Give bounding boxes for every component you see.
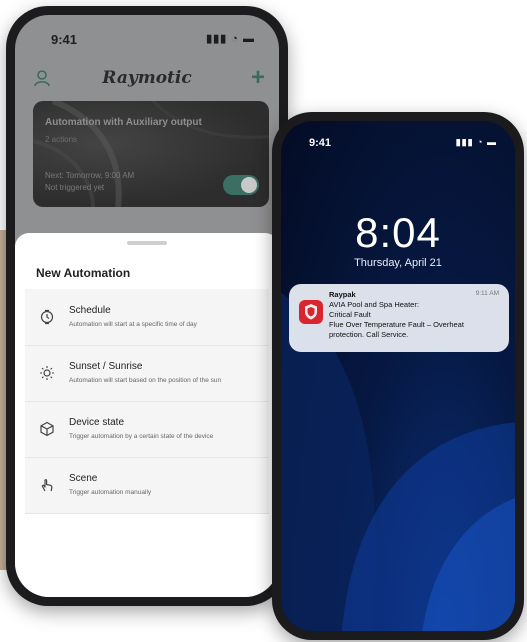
new-automation-sheet: New Automation Schedule Automation will … [15, 233, 279, 597]
automation-card[interactable]: Automation with Auxiliary output 2 actio… [33, 101, 269, 207]
phone-left: 9:41 ▮▮▮ ◔ ▬ Raymotic + Automation with … [6, 6, 288, 606]
toggle-knob [241, 177, 257, 193]
sun-icon [40, 366, 54, 380]
notification-app-name: Raypak [329, 290, 356, 299]
notification-card[interactable]: Raypak 9:11 AM AVIA Pool and Spa Heater:… [289, 284, 509, 352]
lock-screen: 9:41 ▮▮▮ ◔ ▬ 8:04 Thursday, April 21 Ray… [281, 121, 515, 631]
brand-logo: Raymotic [102, 68, 192, 88]
notification-line: Flue Over Temperature Fault – Overheat [329, 320, 464, 329]
notification-line: AVIA Pool and Spa Heater: [329, 300, 419, 309]
list-item-device-state[interactable]: Device state Trigger automation by a cer… [25, 401, 269, 458]
plus-icon[interactable]: + [251, 64, 265, 92]
raypak-app-icon [299, 300, 323, 324]
status-time: 9:41 [309, 137, 332, 149]
clock-icon [40, 309, 54, 325]
list-item-sunset-sunrise[interactable]: Sunset / Sunrise Automation will start b… [25, 345, 269, 402]
status-time: 9:41 [51, 32, 78, 47]
notification-line: protection. Call Service. [329, 330, 409, 339]
status-bar: 9:41 ▮▮▮ ◔ ▬ [15, 15, 279, 55]
status-icons: ▮▮▮ ◔ ▬ [206, 33, 255, 45]
sheet-title: New Automation [36, 266, 131, 280]
notification-time: 9:11 AM [475, 290, 499, 297]
card-title: Automation with Auxiliary output [45, 117, 202, 128]
wallpaper [281, 292, 515, 631]
item-description: Automation will start at a specific time… [69, 321, 197, 328]
sheet-grabber[interactable] [127, 241, 167, 245]
item-label: Schedule [69, 305, 111, 316]
list-item-schedule[interactable]: Schedule Automation will start at a spec… [25, 289, 269, 346]
item-description: Automation will start based on the posit… [69, 377, 222, 384]
item-description: Trigger automation manually [69, 489, 152, 496]
list-item-scene[interactable]: Scene Trigger automation manually [25, 457, 269, 514]
card-status: Not triggered yet [45, 183, 105, 192]
item-label: Scene [69, 473, 98, 484]
item-description: Trigger automation by a certain state of… [69, 433, 214, 440]
automation-toggle[interactable] [223, 175, 259, 195]
cube-icon [40, 421, 54, 437]
status-bar: 9:41 ▮▮▮ ◔ ▬ [281, 121, 515, 151]
app-header: Raymotic + [15, 59, 279, 99]
app-screen: 9:41 ▮▮▮ ◔ ▬ Raymotic + Automation with … [15, 15, 279, 597]
hand-tap-icon [41, 479, 53, 492]
lock-clock: 8:04 [355, 209, 441, 256]
automation-type-list: Schedule Automation will start at a spec… [25, 289, 269, 514]
card-subtitle: 2 actions [45, 135, 78, 144]
lock-date: Thursday, April 21 [354, 257, 442, 269]
shield-icon [305, 304, 317, 320]
card-schedule: Next: Tomorrow, 9:00 AM [45, 171, 135, 180]
item-label: Device state [69, 417, 125, 428]
notification-line: Critical Fault [329, 310, 371, 319]
status-icons: ▮▮▮ ◔ ▬ [455, 137, 497, 147]
phone-right: 9:41 ▮▮▮ ◔ ▬ 8:04 Thursday, April 21 Ray… [272, 112, 524, 640]
item-label: Sunset / Sunrise [69, 361, 143, 372]
